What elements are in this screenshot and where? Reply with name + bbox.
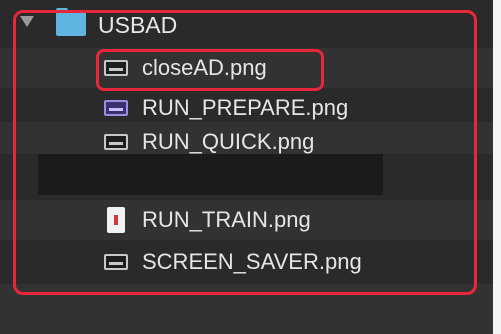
file-label: RUN_QUICK.png [142, 129, 315, 154]
file-label: RUN_TRAIN.png [142, 207, 311, 232]
image-file-icon [107, 207, 125, 233]
file-label: RUN_PREPARE.png [142, 95, 349, 120]
image-file-icon [104, 254, 128, 270]
file-row-run-quick[interactable]: RUN_QUICK.png [0, 122, 493, 154]
file-row-run-train[interactable]: RUN_TRAIN.png [0, 200, 493, 240]
disclosure-triangle-icon[interactable] [20, 16, 34, 27]
image-file-icon [104, 100, 128, 116]
file-row-screen-saver[interactable]: SCREEN_SAVER.png [0, 242, 493, 282]
image-file-icon [104, 134, 128, 150]
file-tree-panel: USBAD closeAD.png RUN_PREPARE.png RUN_QU… [0, 0, 501, 334]
folder-label: USBAD [98, 12, 178, 38]
image-file-icon [104, 60, 128, 76]
file-label: closeAD.png [142, 55, 267, 80]
folder-icon [56, 8, 86, 36]
file-row-closead[interactable]: closeAD.png [0, 48, 493, 88]
folder-row-usbad[interactable]: USBAD [0, 2, 493, 46]
panel-edge [493, 0, 501, 334]
empty-row [0, 284, 493, 334]
redacted-region [38, 154, 383, 195]
file-label: SCREEN_SAVER.png [142, 249, 362, 274]
